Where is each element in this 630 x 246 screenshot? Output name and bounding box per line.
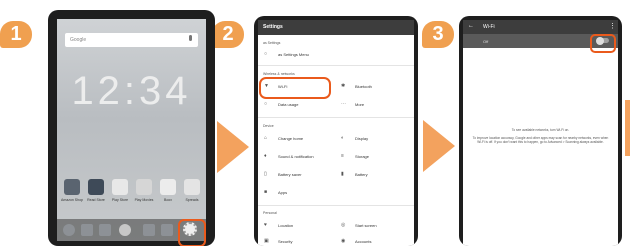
app-icon-5[interactable] (160, 179, 176, 195)
phone-home-screen: Google 12:34 Amazon Shop Read Store Play… (48, 10, 215, 246)
camera-icon[interactable] (161, 224, 173, 236)
section-personal: Personal (263, 211, 277, 215)
divider (258, 117, 414, 118)
battery-saver-item[interactable]: Battery saver (278, 172, 302, 177)
storage-icon: ≡ (341, 153, 344, 159)
storage-item[interactable]: Storage (355, 154, 369, 159)
app-icon-1[interactable] (64, 179, 80, 195)
settings-screen: Settings as Settings ○ as Settings Menu … (258, 20, 414, 246)
divider (258, 205, 414, 206)
phone-wifi-screen: ← Wi-Fi ⋮ Off To see available networks,… (459, 16, 622, 246)
wifi-title: Wi-Fi (483, 24, 495, 30)
back-arrow-icon[interactable]: ← (468, 23, 474, 29)
highlight-wifi-toggle (590, 34, 616, 53)
app-row: Amazon Shop Read Store Play Store Play M… (61, 179, 202, 209)
step-1-number: 1 (10, 23, 22, 45)
accounts-icon: ◉ (341, 238, 346, 244)
battery-item[interactable]: Battery (355, 172, 368, 177)
display-icon: ◐ (341, 135, 345, 141)
settings-menu-icon: ○ (264, 51, 268, 57)
phone-settings-screen: Settings as Settings ○ as Settings Menu … (254, 16, 418, 246)
settings-header: Settings (258, 20, 414, 35)
wifi-off-message: To see available networks, turn Wi-Fi on… (511, 128, 570, 132)
location-item[interactable]: Location (278, 223, 293, 228)
section-wireless: Wireless & networks (263, 72, 295, 76)
app-label-4: Play Movies (134, 198, 154, 202)
bluetooth-icon: ✱ (341, 83, 346, 89)
battery-icon: ▮ (341, 171, 344, 177)
change-home-item[interactable]: Change home (278, 136, 303, 141)
highlight-settings-icon (178, 219, 206, 246)
wifi-screen: ← Wi-Fi ⋮ Off To see available networks,… (463, 20, 618, 246)
app-label-2: Read Store (87, 198, 105, 202)
settings-menu-item[interactable]: as Settings Menu (278, 52, 309, 57)
app-icon-4[interactable] (136, 179, 152, 195)
apps-item[interactable]: Apps (278, 190, 287, 195)
next-arrow-partial (625, 100, 630, 156)
google-search-bar[interactable]: Google (65, 33, 198, 47)
data-usage-icon: ○ (264, 101, 268, 107)
divider (258, 65, 414, 66)
wifi-app-bar: ← Wi-Fi ⋮ (463, 20, 618, 34)
app-icon-3[interactable] (112, 179, 128, 195)
highlight-wifi-item (259, 77, 331, 99)
gallery-icon[interactable] (81, 224, 93, 236)
app-label-3: Play Store (111, 198, 129, 202)
more-item[interactable]: More (355, 102, 364, 107)
location-icon: ♥ (264, 222, 267, 228)
apps-icon: ■ (264, 189, 268, 195)
wifi-toggle-label: Off (483, 39, 489, 44)
search-placeholder: Google (70, 37, 87, 43)
security-item[interactable]: Security (278, 239, 292, 244)
overflow-menu-icon[interactable]: ⋮ (609, 22, 616, 30)
section-top: as Settings (263, 41, 281, 45)
bluetooth-item[interactable]: Bluetooth (355, 84, 372, 89)
home-clock: 12:34 (71, 69, 192, 113)
store-icon[interactable] (143, 224, 155, 236)
home-wallpaper: Google 12:34 Amazon Shop Read Store Play… (57, 19, 206, 241)
section-device: Device (263, 124, 274, 128)
step-2-number: 2 (222, 23, 234, 45)
app-icon-2[interactable] (88, 179, 104, 195)
security-icon: ▣ (264, 238, 269, 244)
battery-saver-icon: ▯ (264, 171, 267, 177)
display-item[interactable]: Display (355, 136, 368, 141)
data-usage-item[interactable]: Data usage (278, 102, 298, 107)
video-icon[interactable] (99, 224, 111, 236)
sound-icon: ♦ (264, 153, 267, 159)
start-screen-icon: ◎ (341, 222, 346, 228)
app-label-5: Boox (164, 198, 172, 202)
more-icon: ⋯ (341, 101, 346, 107)
app-label-6: Spreads (185, 198, 199, 202)
step-3-number: 3 (432, 23, 444, 45)
mic-icon[interactable] (189, 35, 192, 41)
chrome-icon[interactable] (63, 224, 75, 236)
home-icon: ⌂ (264, 135, 268, 141)
start-screen-item[interactable]: Start screen (355, 223, 377, 228)
app-label-1: Amazon Shop (61, 198, 83, 202)
sound-item[interactable]: Sound & notification (278, 154, 314, 159)
step-arrow-2 (423, 120, 455, 172)
wifi-scan-note: To improve location accuracy, Google and… (472, 136, 609, 144)
accounts-item[interactable]: Accounts (355, 239, 371, 244)
apps-drawer-icon[interactable] (119, 224, 131, 236)
step-arrow-1 (217, 121, 249, 173)
app-icon-6[interactable] (184, 179, 200, 195)
